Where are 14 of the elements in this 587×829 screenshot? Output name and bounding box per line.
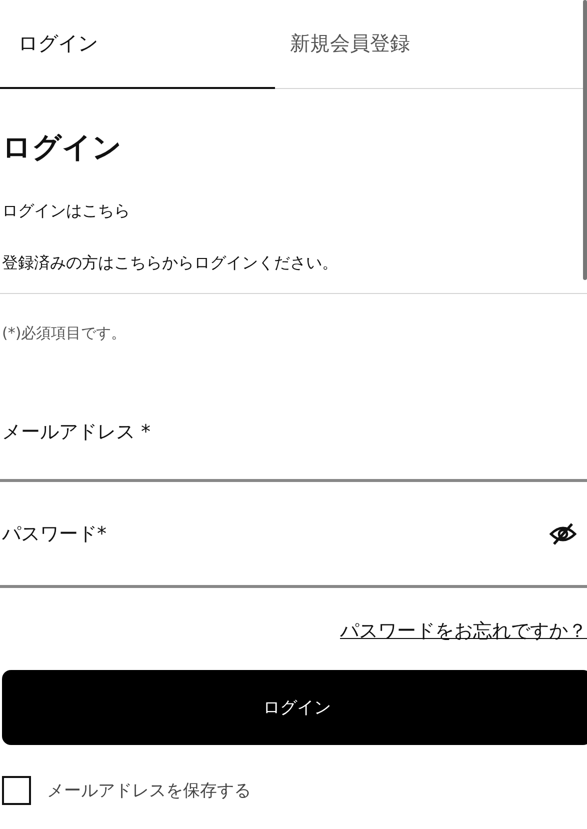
tab[interactable]: 新規会員登録 [275,0,550,89]
password-field[interactable]: パスワード* [2,522,549,544]
login-button[interactable]: ログイン [2,670,587,745]
intro-text: 登録済みの方はこちらからログインください。 [2,252,339,274]
intro-text: ログインはこちら [2,200,131,222]
email-field[interactable]: メールアドレス * [2,420,587,442]
tab[interactable]: ログイン [0,0,275,89]
page-heading: ログイン [2,129,123,166]
required-note: (*)必須項目です。 [2,323,128,344]
eye-off-icon[interactable] [549,522,577,546]
checkbox-label: メールアドレスを保存する [47,780,251,802]
forgot-password-link[interactable]: パスワードをお忘れですか？ [340,618,587,644]
checkbox[interactable] [2,776,31,805]
scrollbar[interactable] [583,0,587,280]
